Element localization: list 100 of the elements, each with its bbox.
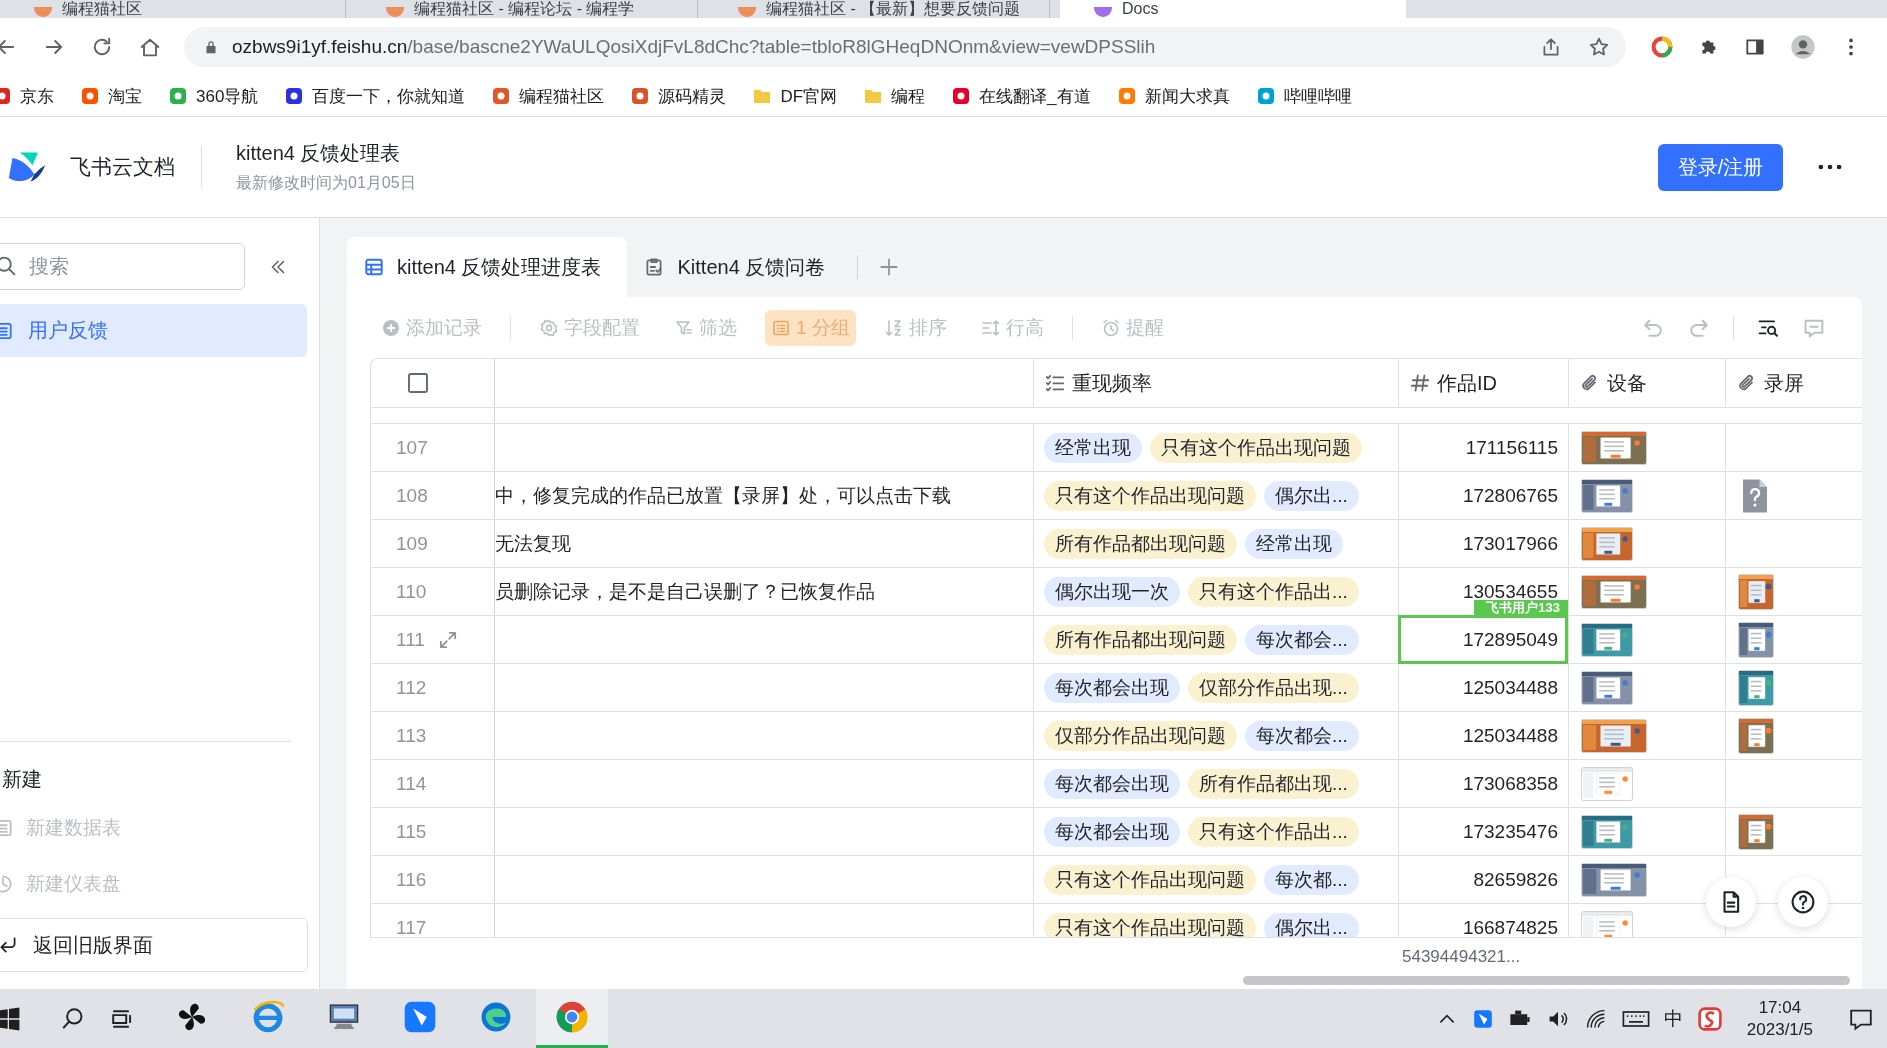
clock-time[interactable]: 17:04 — [1758, 996, 1802, 1019]
search-icon — [0, 254, 18, 278]
table-cell-text: 130534655 — [1462, 580, 1558, 602]
brand-name: 飞书云文档 — [70, 154, 175, 180]
table-cell: 82659826 — [1473, 868, 1558, 891]
table-cell-text: 员删除记录，是不是自己误删了？已恢复作品 — [495, 579, 875, 604]
sheet-tab[interactable]: Kitten4 反馈问卷 — [627, 237, 852, 297]
row-height-icon — [980, 317, 1001, 338]
option-tag: 每次都会... — [1245, 624, 1359, 655]
document-title: kitten4 反馈处理表 — [236, 141, 402, 166]
column-header[interactable]: 录屏 — [1726, 359, 1862, 407]
checkbox[interactable] — [406, 371, 430, 395]
chrome-icon — [555, 1000, 589, 1034]
row-number: 111 — [396, 628, 425, 651]
sogou-icon[interactable] — [1696, 1005, 1723, 1032]
extension-ring-icon[interactable] — [1650, 35, 1674, 59]
option-tag: 所有作品都出现问题 — [1044, 528, 1237, 559]
option-tag: 只有这个作品出现问题 — [1044, 912, 1256, 937]
scrollbar[interactable] — [1243, 976, 1850, 985]
site-icon[interactable] — [491, 86, 512, 106]
option-tag: 经常出现 — [1044, 432, 1142, 463]
number-icon — [1409, 372, 1431, 394]
table-cell: 173017966 — [1462, 532, 1558, 555]
reminder-icon — [1100, 317, 1121, 338]
help-icon — [1790, 889, 1816, 915]
edge-icon — [479, 1000, 513, 1034]
start-icon[interactable] — [0, 1005, 22, 1032]
cell-selection[interactable] — [1398, 615, 1568, 664]
option-tag: 所有作品都出现... — [1188, 768, 1359, 799]
bookmark-link[interactable]: 编程 — [891, 84, 926, 108]
section-title: 新建 — [1, 767, 43, 790]
column-header[interactable]: 作品ID — [1399, 359, 1569, 407]
site-icon[interactable] — [284, 86, 305, 106]
row-number: 117 — [396, 916, 427, 937]
option-tag: 偶尔出... — [1264, 912, 1359, 937]
avatar-icon[interactable] — [1790, 34, 1816, 60]
address-field[interactable]: ozbws9i1yf.feishu.cn/base/bascne2YWaULQosiXdjFvL8dChc?table=tbloR8lGHeqDNOnm&view=vewDPSSlih — [184, 27, 1626, 67]
browser-tab[interactable]: Docs — [1060, 0, 1406, 18]
bookmark-link[interactable]: 编程猫社区 — [519, 84, 605, 108]
clock-date[interactable]: 2023/1/5 — [1746, 1018, 1813, 1041]
site-icon[interactable] — [80, 86, 100, 106]
bookmark-link[interactable]: DF官网 — [780, 84, 838, 108]
row-number: 113 — [396, 724, 427, 747]
fields-icon — [539, 317, 559, 338]
sheet-tab[interactable]: kitten4 反馈处理进度表 — [347, 237, 628, 297]
option-tag: 所有作品都出现问题 — [1044, 624, 1237, 655]
row-number: 110 — [396, 580, 427, 603]
collaborator-label: 飞书用户133 — [1474, 600, 1568, 616]
bookmark-link[interactable]: 在线翻译_有道 — [979, 84, 1091, 108]
column-header[interactable]: 设备 — [1569, 359, 1726, 407]
login-button[interactable]: 登录/注册 — [1658, 143, 1783, 191]
bird-icon[interactable] — [1471, 1007, 1494, 1030]
option-tag: 只有这个作品出现问题 — [1150, 432, 1362, 463]
site-icon[interactable] — [630, 86, 651, 106]
row-number: 108 — [396, 484, 428, 507]
option-tag: 每次都会出现 — [1044, 816, 1180, 847]
table-cell: 171156115 — [1465, 436, 1558, 459]
bookmark-link[interactable]: 360导航 — [196, 84, 259, 108]
option-tag: 只有这个作品出现问题 — [1044, 864, 1256, 895]
bookmark-link[interactable]: 哔哩哔哩 — [1283, 84, 1352, 108]
table-cell: 172806765 — [1462, 484, 1558, 507]
table-cell: 173235476 — [1462, 820, 1558, 843]
bookmark-link[interactable]: 京东 — [20, 84, 54, 108]
option-tag: 偶尔出... — [1264, 480, 1359, 511]
row-number: 115 — [396, 820, 427, 843]
bookmark-link[interactable]: 源码精灵 — [658, 84, 727, 108]
option-tag: 仅部分作品出现问题 — [1044, 720, 1237, 751]
bookmark-link[interactable]: 新闻大求真 — [1144, 84, 1230, 108]
table-icon — [363, 256, 385, 278]
bookmark-link[interactable]: 百度一下，你就知道 — [312, 84, 466, 108]
option-tag: 每次都会... — [1245, 720, 1359, 751]
unknown-file-icon[interactable] — [1740, 477, 1770, 514]
input-method[interactable]: 中 — [1663, 1005, 1683, 1032]
column-header[interactable]: 重现频率 — [1034, 359, 1399, 407]
table-cell: 172895049 — [1462, 628, 1558, 651]
bookmark-link[interactable]: 淘宝 — [108, 84, 142, 108]
sort-icon — [883, 317, 904, 338]
search-field[interactable]: 搜索 — [0, 243, 245, 290]
row-number: 114 — [396, 772, 427, 795]
add-icon — [381, 317, 401, 338]
url-text[interactable]: ozbws9i1yf.feishu.cn/base/bascne2YWaULQosiXdjFvL8dChc?table=tbloR8lGHeqDNOnm&view=vewDPSSlih — [232, 36, 1156, 58]
row-number: 109 — [396, 532, 428, 555]
summary-value: 54394494321... — [1401, 947, 1521, 967]
row-number: 116 — [396, 868, 427, 891]
option-tag: 只有这个作品出... — [1188, 576, 1359, 607]
modified-time: 最新修改时间为01月05日 — [236, 173, 416, 193]
option-tag: 每次都... — [1264, 864, 1359, 895]
option-tag: 每次都会出现 — [1044, 672, 1180, 703]
multi-select-icon — [1044, 372, 1066, 394]
back-button[interactable]: 返回旧版界面 — [0, 918, 308, 972]
table-cell: 125034488 — [1462, 676, 1558, 699]
site-icon[interactable] — [951, 86, 972, 106]
sidebar-item[interactable]: 用户反馈 — [0, 304, 307, 357]
option-tag: 只有这个作品出现问题 — [1044, 480, 1256, 511]
table-cell-text: 无法复现 — [495, 531, 571, 556]
bird-icon — [403, 1000, 437, 1034]
table-cell-text: 中，修复完成的作品已放置【录屏】处，可以点击下载 — [495, 483, 951, 508]
star-icon[interactable] — [1588, 36, 1610, 58]
option-tag: 经常出现 — [1245, 528, 1343, 559]
option-tag: 每次都会出现 — [1044, 768, 1180, 799]
